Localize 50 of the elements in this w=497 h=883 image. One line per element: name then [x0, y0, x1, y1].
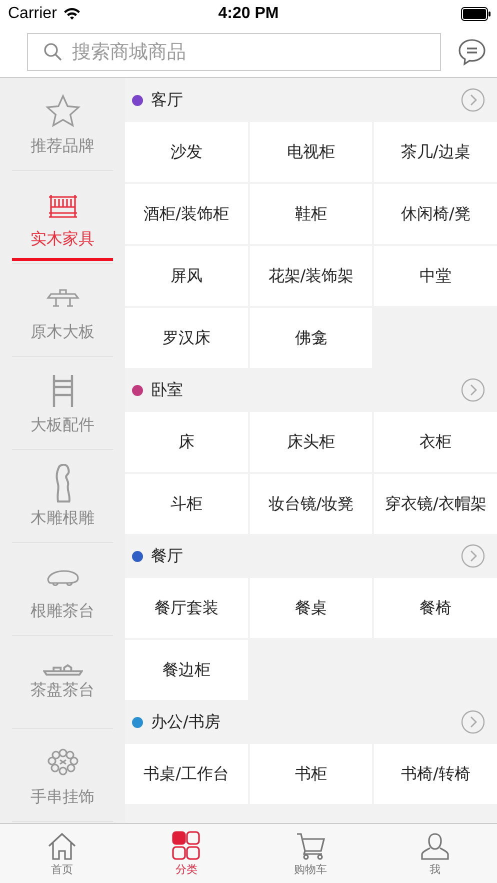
subcategory-item[interactable]: 餐边柜: [125, 640, 248, 700]
chevron-right-icon[interactable]: [461, 710, 485, 734]
subcategory-item[interactable]: 中堂: [374, 246, 497, 306]
subcategory-item[interactable]: 酒柜/装饰柜: [125, 184, 248, 244]
tea-tray-icon: [42, 664, 82, 676]
subcategory-item[interactable]: 花架/装饰架: [250, 246, 372, 306]
subcategory-item[interactable]: 餐桌: [250, 578, 372, 638]
subcategory-item[interactable]: 餐厅套装: [125, 578, 248, 638]
subcategory-item[interactable]: 屏风: [125, 246, 248, 306]
subcategory-item[interactable]: 书椅/转椅: [374, 744, 497, 804]
section-title: 办公/书房: [151, 712, 222, 732]
section-title: 卧室: [151, 380, 184, 400]
cart-icon: [294, 830, 327, 860]
wifi-icon: [62, 7, 81, 20]
subcategory-item[interactable]: 斗柜: [125, 474, 248, 534]
subcategory-item[interactable]: 佛龛: [250, 308, 372, 368]
subcategory-item[interactable]: 床: [125, 412, 248, 472]
carving-icon: [54, 464, 72, 504]
tab-item[interactable]: 分类: [124, 824, 248, 883]
subcategory-item[interactable]: 罗汉床: [125, 308, 248, 368]
person-icon: [418, 830, 451, 860]
subcategory-item[interactable]: 鞋柜: [250, 184, 372, 244]
tab-item[interactable]: 首页: [0, 824, 124, 883]
subcategory-item[interactable]: 衣柜: [374, 412, 497, 472]
message-icon[interactable]: [457, 37, 487, 67]
tab-item[interactable]: 购物车: [248, 824, 373, 883]
subcategory-item[interactable]: 沙发: [125, 122, 248, 182]
home-icon: [46, 830, 78, 860]
chevron-right-icon[interactable]: [461, 378, 485, 402]
tab-item[interactable]: 我: [372, 824, 497, 883]
subcategory-item[interactable]: 书柜: [250, 744, 372, 804]
chevron-right-icon[interactable]: [461, 88, 485, 112]
category-item[interactable]: 实木家具: [12, 171, 113, 264]
subcategory-item[interactable]: 书桌/工作台: [125, 744, 248, 804]
search-icon: [43, 42, 63, 62]
subcategory-item[interactable]: 茶几/边桌: [374, 122, 497, 182]
carrier-label: Carrier: [8, 4, 57, 22]
section-title: 餐厅: [151, 546, 184, 566]
battery-icon: [461, 6, 491, 20]
subcategory-item[interactable]: 餐椅: [374, 578, 497, 638]
chevron-right-icon[interactable]: [461, 544, 485, 568]
section-title: 客厅: [151, 90, 184, 110]
status-time: 4:20 PM: [218, 4, 279, 22]
subcategory-item[interactable]: 床头柜: [250, 412, 372, 472]
subcategory-item[interactable]: 妆台镜/妆凳: [250, 474, 372, 534]
grid-icon: [170, 830, 202, 860]
search-field[interactable]: 搜索商城商品: [27, 33, 441, 71]
subcategory-item[interactable]: 电视柜: [250, 122, 372, 182]
subcategory-item[interactable]: 休闲椅/凳: [374, 184, 497, 244]
subcategory-item[interactable]: 穿衣镜/衣帽架: [374, 474, 497, 534]
